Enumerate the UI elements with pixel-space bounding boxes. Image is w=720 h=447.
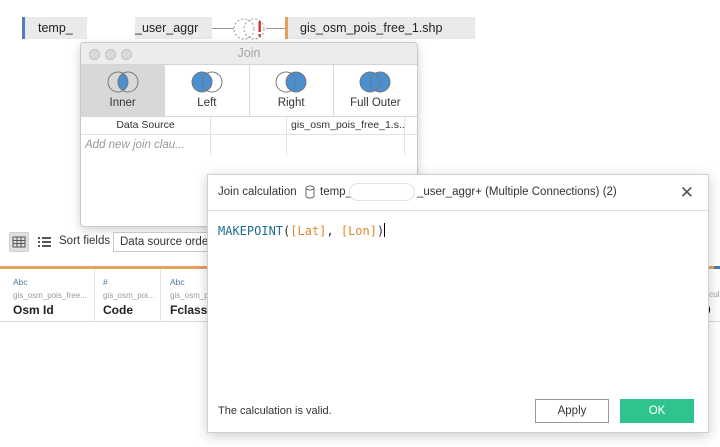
formula-field-lat: [Lat] xyxy=(290,224,327,238)
column-name: Code xyxy=(103,303,133,317)
join-type-selector: Inner Left Right Full Outer xyxy=(81,65,417,117)
join-type-left[interactable]: Left xyxy=(165,65,250,116)
inner-join-venn-icon xyxy=(107,71,139,93)
number-type-icon[interactable]: # xyxy=(103,277,160,288)
join-dialog-titlebar[interactable]: Join xyxy=(81,43,417,65)
datasource-name-part2: _user_aggr+ (Multiple Connections) (2) xyxy=(417,186,617,198)
left-table-pill[interactable]: temp_ _user_aggr xyxy=(22,17,212,39)
clause-header-right: gis_osm_pois_free_1.s... xyxy=(287,117,405,134)
column-name: Osm Id xyxy=(13,303,54,317)
datasource-name-part1: temp_ xyxy=(320,186,352,198)
ok-button[interactable]: OK xyxy=(620,399,694,423)
column-name: Fclass xyxy=(170,303,208,317)
redacted-block xyxy=(349,183,415,201)
text-cursor xyxy=(384,223,386,237)
clause-header-left: Data Source xyxy=(81,117,211,134)
join-type-full-outer[interactable]: Full Outer xyxy=(334,65,417,116)
join-dialog-title: Join xyxy=(237,46,261,60)
join-type-left-label: Left xyxy=(197,97,217,109)
full-outer-join-venn-icon xyxy=(359,71,391,93)
join-calculation-dialog: Join calculation temp_ _user_aggr+ (Mult… xyxy=(207,174,709,433)
join-calculation-label: Join calculation xyxy=(218,186,297,198)
right-table-pill[interactable]: gis_osm_pois_free_1.shp xyxy=(285,17,475,39)
left-join-venn-icon xyxy=(191,71,223,93)
join-clause-row: Add new join clau... xyxy=(81,135,417,155)
column-accent xyxy=(714,266,720,269)
calculation-status: The calculation is valid. xyxy=(218,405,332,417)
join-clause-header: Data Source gis_osm_pois_free_1.s... xyxy=(81,117,417,135)
grid-icon xyxy=(12,236,26,248)
join-type-inner-label: Inner xyxy=(109,97,136,109)
left-table-name-part1: temp_ xyxy=(38,21,73,35)
sort-fields-label: Sort fields xyxy=(59,235,111,247)
join-connector-right xyxy=(266,28,285,29)
add-join-clause[interactable]: Add new join clau... xyxy=(81,135,211,155)
column-source: gis_osm_poi... xyxy=(103,291,155,300)
database-icon xyxy=(305,185,315,199)
close-icon[interactable]: ✕ xyxy=(680,183,694,203)
clause-right-cell xyxy=(287,135,405,155)
join-type-inner[interactable]: Inner xyxy=(81,65,166,116)
join-calculation-header: Join calculation temp_ _user_aggr+ (Mult… xyxy=(208,175,708,211)
join-warning-icon[interactable] xyxy=(232,17,266,41)
join-type-full-outer-label: Full Outer xyxy=(350,97,401,109)
apply-button[interactable]: Apply xyxy=(535,399,609,423)
formula-function: MAKEPOINT xyxy=(218,224,284,238)
column-osm-id[interactable]: Abc gis_osm_pois_free... Osm Id xyxy=(0,269,95,322)
right-join-venn-icon xyxy=(275,71,307,93)
column-code[interactable]: # gis_osm_poi... Code xyxy=(95,269,161,322)
column-source: gis_osm_pois_free... xyxy=(13,291,87,300)
clause-operator-cell xyxy=(211,135,287,155)
formula-close-paren: ) xyxy=(376,224,385,238)
grid-view-button[interactable] xyxy=(9,232,29,252)
redacted-block xyxy=(87,17,135,39)
string-type-icon[interactable]: Abc xyxy=(170,277,211,288)
string-type-icon[interactable]: Abc xyxy=(13,277,94,288)
formula-field-lon: [Lon] xyxy=(340,224,377,238)
column-source: gis_osm_p xyxy=(170,291,209,300)
join-type-right[interactable]: Right xyxy=(250,65,334,116)
list-icon xyxy=(38,237,51,247)
formula-editor[interactable]: MAKEPOINT([Lat], [Lon]) xyxy=(218,223,386,238)
column-fclass[interactable]: Abc gis_osm_p Fclass xyxy=(161,269,211,322)
join-connector-left xyxy=(212,28,234,29)
left-table-name-part2: _user_aggr xyxy=(135,21,199,35)
join-type-right-label: Right xyxy=(277,97,305,109)
list-view-button[interactable] xyxy=(35,232,55,252)
clause-header-operator xyxy=(211,117,287,134)
formula-separator: , xyxy=(326,224,341,238)
data-source-page: temp_ _user_aggr gis_osm_pois_free_1.shp… xyxy=(0,0,720,447)
